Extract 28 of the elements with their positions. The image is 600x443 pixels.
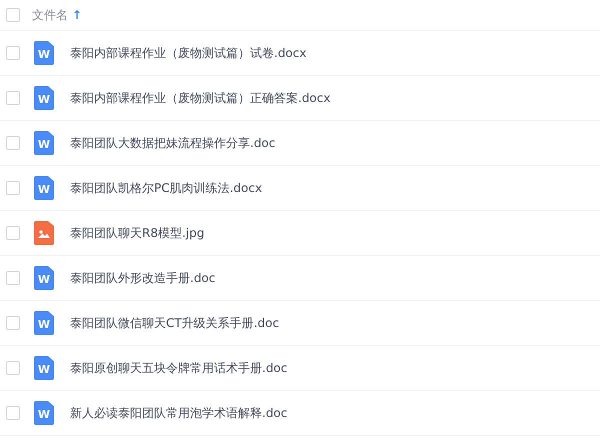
checkbox[interactable] bbox=[6, 181, 20, 195]
checkbox[interactable] bbox=[6, 361, 20, 375]
document-icon: W bbox=[34, 176, 54, 200]
file-name[interactable]: 泰阳团队微信聊天CT升级关系手册.doc bbox=[70, 314, 280, 332]
checkbox[interactable] bbox=[6, 271, 20, 285]
file-name[interactable]: 泰阳内部课程作业（废物测试篇）正确答案.docx bbox=[70, 90, 330, 106]
checkbox[interactable] bbox=[6, 226, 20, 240]
file-name[interactable]: 泰阳团队凯格尔PC肌肉训练法.docx bbox=[70, 180, 262, 196]
file-name[interactable]: 泰阳团队大数据把妹流程操作分享.doc bbox=[70, 134, 276, 152]
document-icon: W bbox=[34, 86, 54, 110]
document-icon: W bbox=[34, 266, 54, 290]
checkbox[interactable] bbox=[6, 46, 20, 60]
checkbox[interactable] bbox=[6, 406, 20, 420]
document-icon: W bbox=[34, 311, 54, 335]
image-icon bbox=[34, 221, 54, 245]
document-icon: W bbox=[34, 356, 54, 380]
checkbox[interactable] bbox=[6, 316, 20, 330]
file-name[interactable]: 泰阳原创聊天五块令牌常用话术手册.doc bbox=[70, 360, 288, 376]
checkbox[interactable] bbox=[6, 136, 20, 150]
checkbox[interactable] bbox=[6, 91, 20, 105]
file-name[interactable]: 泰阳内部课程作业（废物测试篇）试卷.docx bbox=[70, 44, 306, 62]
file-name[interactable]: 新人必读泰阳团队常用泡学术语解释.doc bbox=[70, 404, 288, 422]
checkbox[interactable] bbox=[6, 8, 20, 22]
document-icon: W bbox=[34, 401, 54, 425]
document-icon: W bbox=[34, 131, 54, 155]
file-name[interactable]: 泰阳团队外形改造手册.doc bbox=[70, 270, 216, 286]
document-icon: W bbox=[34, 41, 54, 65]
file-name[interactable]: 泰阳团队聊天R8模型.jpg bbox=[70, 224, 204, 242]
